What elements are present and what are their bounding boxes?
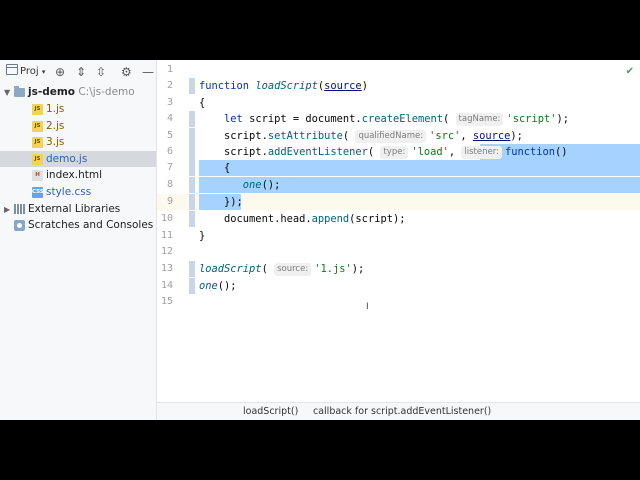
js-file-icon: JS: [32, 120, 43, 132]
code-line: 6 script.addEventListener( type:'load', …: [166, 144, 568, 160]
code-line: 14 one();: [160, 278, 237, 294]
project-toolbar: Proj ▾ ⊕ ⇕ ⇳ ⚙ —: [0, 60, 156, 84]
chevron-down-icon: ▾: [41, 68, 46, 76]
change-marker[interactable]: [189, 111, 195, 127]
chevron-right-icon[interactable]: ▶: [4, 202, 14, 218]
breadcrumb: loadScript() callback for script.addEven…: [157, 402, 640, 420]
project-view-selector[interactable]: Proj ▾: [6, 60, 45, 84]
code-line: 15: [160, 296, 173, 307]
project-icon: [6, 64, 18, 75]
parameter-hint: source:: [274, 263, 312, 276]
chevron-down-icon[interactable]: ▼: [4, 85, 14, 101]
parameter-hint: type:: [380, 146, 409, 159]
change-marker[interactable]: [189, 78, 195, 94]
change-marker[interactable]: [189, 278, 195, 294]
code-line: 1: [166, 64, 173, 75]
folder-icon: [14, 85, 25, 97]
code-line: 10 document.head.append(script);: [160, 211, 406, 227]
js-file-icon: JS: [32, 103, 43, 115]
parameter-hint: qualifiedName:: [355, 130, 427, 143]
change-marker[interactable]: [189, 261, 195, 277]
code-line: 2 function loadScript(source): [166, 78, 368, 94]
code-line: 11}: [160, 230, 206, 242]
parameter-hint: listener:: [461, 146, 502, 159]
tree-root-js-demo[interactable]: ▼ js-demo C:\js-demo: [4, 84, 135, 100]
change-marker[interactable]: [189, 144, 195, 160]
js-file-icon: JS: [32, 136, 43, 148]
html-file-icon: H: [32, 169, 43, 181]
breadcrumb-item[interactable]: callback for script.addEventListener(): [313, 403, 491, 420]
expand-all-icon[interactable]: ⇕: [76, 60, 86, 84]
code-line: 7 {: [166, 160, 231, 176]
js-file-icon: JS: [32, 153, 43, 165]
parameter-hint: tagName:: [455, 113, 504, 126]
collapse-all-icon[interactable]: ⇳: [96, 60, 106, 84]
change-marker[interactable]: [189, 211, 195, 227]
library-icon: [14, 204, 25, 214]
tree-item-stylecss[interactable]: CSS style.css: [32, 184, 91, 200]
project-tool-window: Proj ▾ ⊕ ⇕ ⇳ ⚙ — ▼ js-demo C:\js-demo JS 1…: [0, 60, 157, 420]
tree-item-external-libraries[interactable]: ▶ External Libraries: [4, 201, 120, 217]
tree-item-2js[interactable]: JS 2.js: [32, 118, 64, 134]
code-line: 9 });: [166, 194, 243, 210]
tree-item-3js[interactable]: JS 3.js: [32, 134, 64, 150]
ide-window: Proj ▾ ⊕ ⇕ ⇳ ⚙ — ▼ js-demo C:\js-demo JS 1…: [0, 60, 640, 420]
locate-file-icon[interactable]: ⊕: [55, 60, 65, 84]
tree-item-1js[interactable]: JS 1.js: [32, 101, 64, 117]
minimize-icon[interactable]: —: [142, 60, 154, 84]
text-cursor-icon: I: [366, 302, 369, 312]
tree-item-demojs[interactable]: JS demo.js: [0, 151, 156, 167]
gear-icon[interactable]: ⚙: [121, 60, 132, 84]
css-file-icon: CSS: [32, 186, 44, 198]
change-marker[interactable]: [189, 128, 195, 144]
breadcrumb-item[interactable]: loadScript(): [243, 403, 298, 420]
code-line: 13 loadScript( source: '1.js');: [160, 261, 365, 277]
code-line: 8 one();: [166, 177, 281, 193]
change-marker[interactable]: [189, 194, 195, 210]
code-line: 4 let script = document.createElement( t…: [166, 111, 569, 127]
tree-item-scratches[interactable]: Scratches and Consoles: [14, 217, 153, 233]
code-line: 12: [160, 246, 173, 257]
scratches-icon: [14, 219, 25, 231]
code-editor[interactable]: ✔ 1 2 function loadScript(source) 3{ 4 le…: [157, 60, 640, 402]
code-line: 5 script.setAttribute( qualifiedName:'sr…: [166, 128, 523, 144]
change-marker[interactable]: [189, 160, 195, 176]
code-line: 3{: [166, 97, 206, 109]
change-marker[interactable]: [189, 177, 195, 193]
tree-item-indexhtml[interactable]: Hindex.html: [32, 167, 102, 183]
